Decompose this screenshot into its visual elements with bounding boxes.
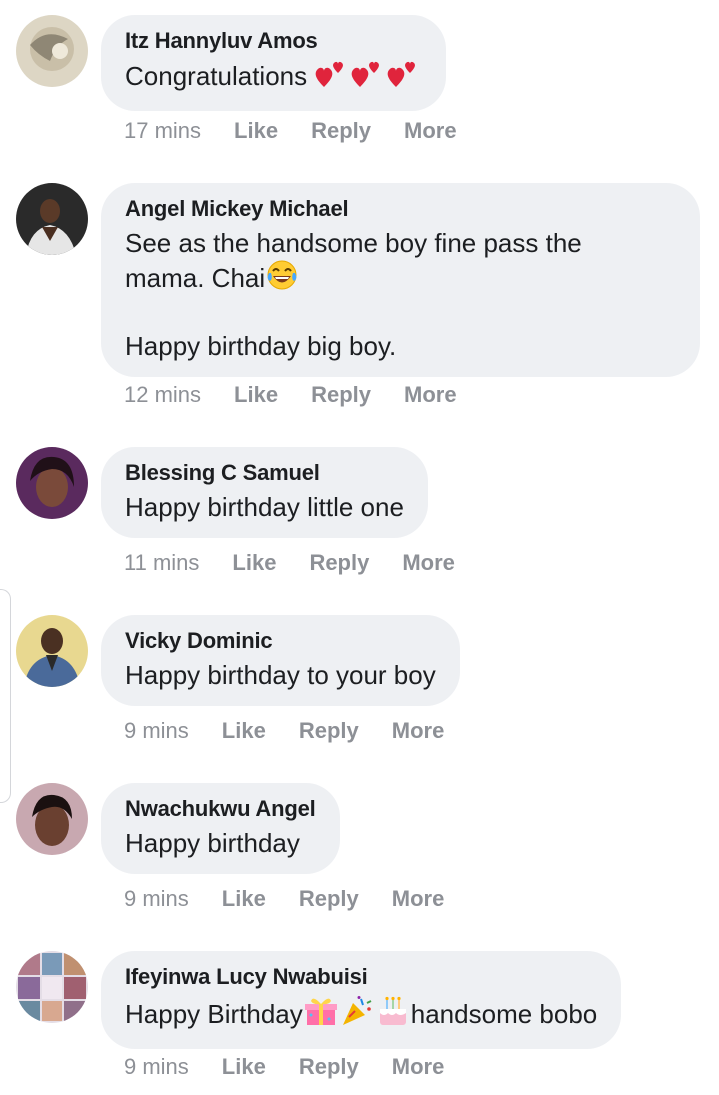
like-button[interactable]: Like (222, 1054, 266, 1080)
comment-bubble: Angel Mickey Michael See as the handsome… (101, 183, 700, 377)
reply-button[interactable]: Reply (311, 118, 371, 144)
like-button[interactable]: Like (234, 118, 278, 144)
comment-actions: 9 mins Like Reply More (124, 718, 477, 744)
reply-button[interactable]: Reply (299, 1054, 359, 1080)
more-button[interactable]: More (392, 886, 445, 912)
comment-text: Happy birthday to your boy (125, 660, 436, 690)
comment-time: 9 mins (124, 718, 189, 743)
like-button[interactable]: Like (232, 550, 276, 576)
tears-of-joy-icon (265, 259, 299, 298)
comment-actions: 9 mins Like Reply More (124, 1054, 477, 1080)
comment-actions: 9 mins Like Reply More (124, 886, 477, 912)
comment-actions: 17 mins Like Reply More (124, 118, 490, 144)
wrapped-gift-icon (303, 995, 339, 1034)
side-panel-edge (0, 589, 11, 803)
more-button[interactable]: More (402, 550, 455, 576)
like-button[interactable]: Like (222, 886, 266, 912)
comment-time: 9 mins (124, 886, 189, 911)
more-button[interactable]: More (392, 1054, 445, 1080)
comment-text: See as the handsome boy fine pass the mam… (125, 227, 676, 362)
comment-time: 11 mins (124, 550, 200, 575)
comment-text: Happy birthday (125, 828, 300, 858)
avatar[interactable] (16, 615, 88, 687)
avatar[interactable] (16, 447, 88, 519)
comment-bubble: Ifeyinwa Lucy Nwabuisi Happy Birthday han… (101, 951, 622, 1049)
avatar[interactable] (16, 783, 88, 855)
party-popper-icon (339, 995, 375, 1034)
comment-author[interactable]: Ifeyinwa Lucy Nwabuisi (125, 964, 597, 990)
comment-author[interactable]: Vicky Dominic (125, 628, 436, 654)
comment-bubble: Itz Hannyluv Amos Congratulations (101, 15, 447, 111)
comment-time: 17 mins (124, 118, 202, 143)
comment-actions: 11 mins Like Reply More (124, 550, 488, 576)
comment-bubble: Nwachukwu Angel Happy birthday (101, 783, 340, 874)
comment-author[interactable]: Nwachukwu Angel (125, 796, 316, 822)
comment-text: Happy birthday little one (125, 492, 404, 522)
comment-author[interactable]: Blessing C Samuel (125, 460, 404, 486)
comment-text-line: Happy birthday big boy. (125, 331, 397, 361)
comment-bubble: Blessing C Samuel Happy birthday little … (101, 447, 428, 538)
heart-icon (350, 59, 386, 96)
comment-text: Happy Birthday handsome bobo (125, 995, 597, 1034)
reply-button[interactable]: Reply (299, 718, 359, 744)
comment-text-content: Congratulations (125, 61, 308, 91)
comment-text-line: mama. Chai (125, 263, 266, 293)
comment-actions: 12 mins Like Reply More (124, 382, 490, 408)
heart-icon (314, 59, 350, 96)
like-button[interactable]: Like (234, 382, 278, 408)
comment-time: 12 mins (124, 382, 202, 407)
more-button[interactable]: More (392, 718, 445, 744)
comment-text: Congratulations (125, 59, 422, 96)
reply-button[interactable]: Reply (299, 886, 359, 912)
comment-author[interactable]: Itz Hannyluv Amos (125, 28, 422, 54)
birthday-cake-icon (375, 995, 411, 1034)
more-button[interactable]: More (404, 382, 457, 408)
comment-text-line: See as the handsome boy fine pass the (125, 228, 582, 258)
avatar[interactable] (16, 15, 88, 87)
comment-author[interactable]: Angel Mickey Michael (125, 196, 676, 222)
heart-icon (386, 59, 422, 96)
reply-button[interactable]: Reply (309, 550, 369, 576)
more-button[interactable]: More (404, 118, 457, 144)
comment-time: 9 mins (124, 1054, 189, 1079)
avatar[interactable] (16, 951, 88, 1023)
like-button[interactable]: Like (222, 718, 266, 744)
avatar[interactable] (16, 183, 88, 255)
comment-bubble: Vicky Dominic Happy birthday to your boy (101, 615, 460, 706)
comment-text-content: handsome bobo (410, 999, 598, 1029)
comment-text-content: Happy Birthday (125, 999, 303, 1029)
reply-button[interactable]: Reply (311, 382, 371, 408)
